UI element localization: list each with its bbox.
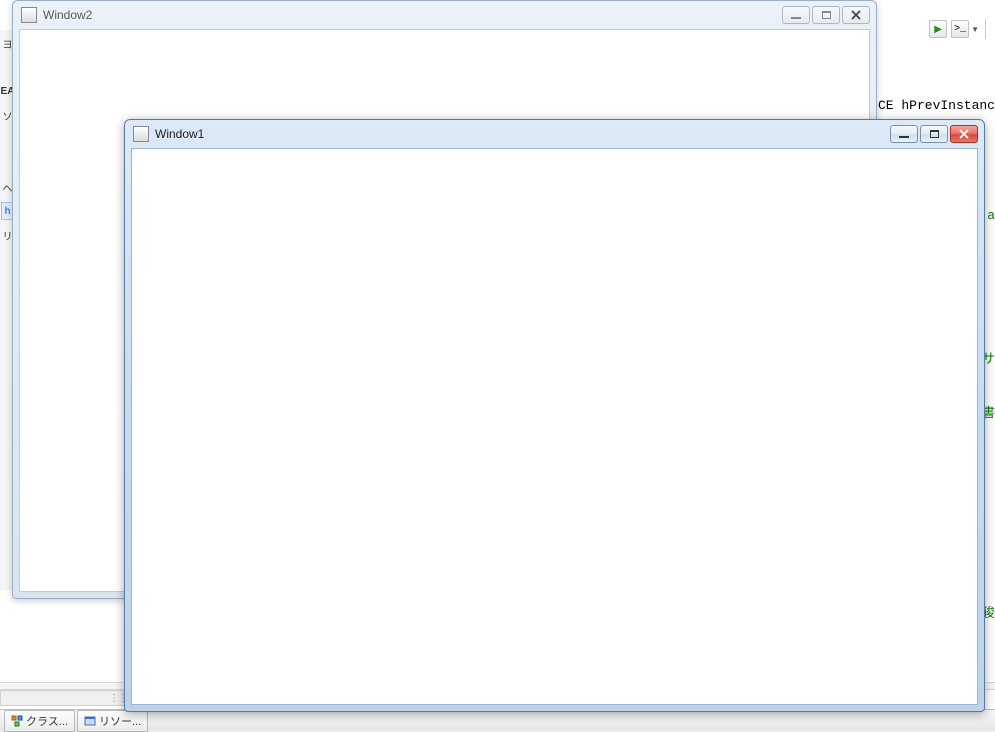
minimize-button[interactable] — [890, 125, 918, 143]
window-controls — [782, 6, 870, 24]
sidebar-item[interactable]: リ — [3, 226, 13, 244]
chevron-down-icon: ▼ — [971, 25, 979, 34]
titlebar[interactable]: Window1 — [125, 120, 984, 148]
tab-label: リソー... — [99, 713, 141, 729]
sidebar-item[interactable]: ヘ — [3, 178, 13, 196]
window-controls — [890, 125, 978, 143]
close-icon — [959, 129, 969, 139]
class-view-icon — [11, 715, 23, 727]
close-button[interactable] — [842, 6, 870, 24]
tab-resource-view[interactable]: リソー... — [77, 710, 148, 732]
close-icon — [851, 10, 861, 20]
horizontal-scrollbar[interactable]: ⋮⋮⋮ — [0, 690, 130, 706]
titlebar[interactable]: Window2 — [13, 1, 876, 29]
minimize-icon — [899, 136, 909, 138]
toolbar-run-icon[interactable]: ▶ — [929, 20, 947, 38]
toolbar-dropdown[interactable]: >_ ▼ — [951, 20, 979, 38]
app-icon — [21, 7, 37, 23]
toolbar-console-icon: >_ — [951, 20, 969, 38]
tab-label: クラス... — [26, 713, 68, 729]
window-1[interactable]: Window1 — [124, 119, 985, 712]
ide-bottom-tabs: クラス... リソー... — [0, 709, 995, 731]
maximize-icon — [930, 130, 939, 138]
client-area — [131, 148, 978, 705]
window-title: Window2 — [43, 8, 92, 22]
resource-view-icon — [84, 715, 96, 727]
code-comment-fragment: a — [987, 208, 995, 223]
sidebar-item[interactable]: ヨ — [3, 34, 13, 52]
sidebar-item[interactable]: ソ — [3, 106, 13, 124]
maximize-icon — [822, 11, 831, 19]
ide-toolbar-fragment: ▶ >_ ▼ — [929, 18, 990, 40]
maximize-button[interactable] — [920, 125, 948, 143]
app-icon — [133, 126, 149, 142]
maximize-button[interactable] — [812, 6, 840, 24]
minimize-button[interactable] — [782, 6, 810, 24]
toolbar-separator — [985, 19, 988, 39]
close-button[interactable] — [950, 125, 978, 143]
tab-class-view[interactable]: クラス... — [4, 710, 75, 732]
minimize-icon — [791, 17, 801, 19]
window-title: Window1 — [155, 127, 204, 141]
